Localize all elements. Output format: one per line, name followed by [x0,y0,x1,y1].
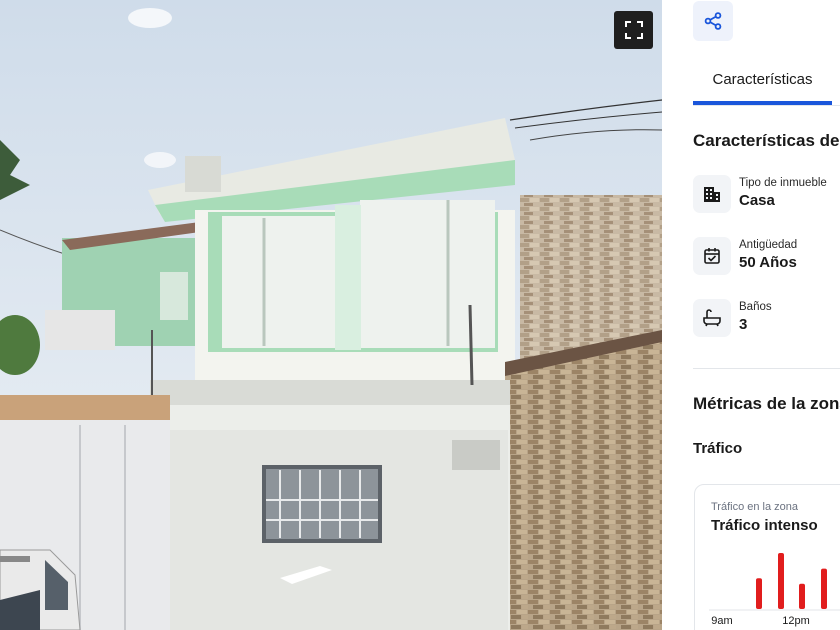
building-icon [704,187,720,202]
fullscreen-icon [624,21,643,39]
traffic-bar [821,568,827,609]
feature-label: Baños [739,301,772,313]
property-detail-view: Características Características de Tipo … [0,0,840,630]
x-tick-label: 12pm [782,615,810,627]
tab-caracteristicas[interactable]: Características [693,56,832,106]
traffic-bar [778,553,784,609]
house-photo-illustration [0,0,662,630]
fullscreen-button[interactable] [614,11,653,49]
calendar-check-icon [704,248,720,264]
section-divider [693,368,840,369]
section-title-features: Características de [693,131,840,150]
share-button[interactable] [693,1,733,41]
building-icon-box [693,175,731,213]
calendar-check-icon-box [693,237,731,275]
property-info-panel: Características Características de Tipo … [662,0,840,630]
traffic-bar [756,578,762,609]
bathtub-icon-box [693,299,731,337]
tab-label: Características [712,71,813,88]
traffic-bar [799,583,805,609]
feature-label: Antigüedad [739,239,798,251]
traffic-chart: 9am 12pm [709,553,840,627]
tabs-divider [693,105,840,106]
section-title-zone-metrics: Métricas de la zona [693,394,840,413]
feature-value: Casa [739,192,775,209]
bathtub-icon [703,309,721,327]
feature-property-type: Tipo de inmueble Casa [693,175,840,215]
feature-age: Antigüedad 50 Años [693,237,840,277]
feature-value: 50 Años [739,254,797,271]
traffic-card: Tráfico en la zona Tráfico intenso 9am 12… [694,484,840,630]
street-view-photo[interactable] [0,0,662,630]
traffic-heading: Tráfico [693,440,743,457]
feature-value: 3 [739,316,748,333]
share-icon [704,12,722,30]
x-tick-label: 9am [711,615,732,627]
feature-label: Tipo de inmueble [739,177,827,189]
feature-bathrooms: Baños 3 [693,299,840,339]
